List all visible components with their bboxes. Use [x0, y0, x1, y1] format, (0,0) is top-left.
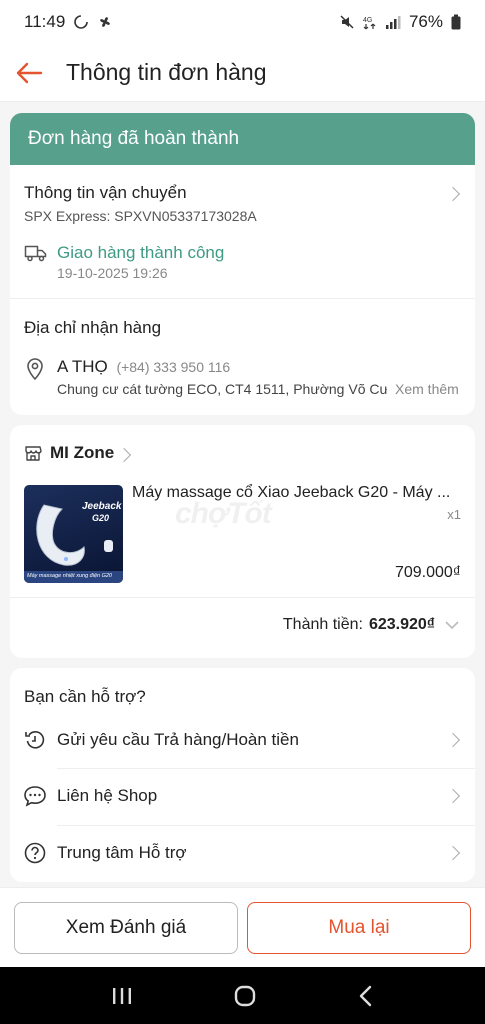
support-card: Bạn cần hỗ trợ? Gửi yêu cầu Trả hàng/Hoà…: [10, 668, 475, 882]
return-icon: [25, 731, 45, 749]
chevron-right-icon: [445, 788, 461, 804]
chevron-right-icon: [445, 186, 461, 202]
neck-massager-image: [24, 504, 123, 583]
total-label: Thành tiền:: [282, 616, 363, 633]
product-price: 709.000₫: [394, 564, 461, 581]
view-review-button[interactable]: Xem Đánh giá: [14, 901, 238, 954]
chevron-right-icon: [445, 845, 461, 861]
chat-icon: [24, 786, 46, 807]
order-total-row[interactable]: Thành tiền: 623.920₫: [283, 616, 461, 634]
status-time: 11:49: [24, 12, 66, 31]
image-model-text: G20: [92, 513, 110, 523]
status-time-group: 11:49: [24, 12, 113, 32]
order-status-text: Đơn hàng đã hoàn thành: [28, 128, 240, 149]
chevron-right-icon: [445, 732, 461, 748]
order-status-banner: Đơn hàng đã hoàn thành: [10, 113, 475, 165]
chevron-right-icon: [116, 447, 132, 463]
bottom-action-bar: Xem Đánh giá Mua lại: [0, 887, 485, 967]
address-section: Địa chỉ nhận hàng A THỌ (+84) 333 950 11…: [10, 299, 475, 415]
mute-icon: [340, 15, 354, 29]
buy-again-button[interactable]: Mua lại: [247, 901, 471, 954]
signal-icon: [385, 16, 401, 29]
address-title: Địa chỉ nhận hàng: [24, 318, 162, 337]
recipient-line: A THỌ (+84) 333 950 116: [57, 357, 230, 377]
total-value: 623.920₫: [368, 616, 435, 633]
arrow-left-icon: [16, 62, 43, 83]
recipient-phone: (+84) 333 950 116: [116, 359, 231, 375]
order-items-card: MI Zone Jeeback G20 Máy massage nhiệt xu…: [10, 425, 475, 658]
product-image: Jeeback G20 Máy massage nhiệt xung điện …: [24, 485, 123, 583]
address-detail: Chung cư cát tường ECO, CT4 1511, Phường…: [57, 381, 387, 397]
image-caption-text: Máy massage nhiệt xung điện G20: [27, 573, 112, 579]
sync-icon: [74, 15, 89, 29]
shipping-info-title: Thông tin vận chuyển: [24, 183, 187, 202]
status-bar: 11:49 4G 76%: [0, 0, 485, 44]
support-title: Bạn cần hỗ trợ?: [24, 687, 146, 706]
shipping-info-section[interactable]: Thông tin vận chuyển SPX Express: SPXVN0…: [10, 165, 475, 297]
truck-icon: [24, 245, 47, 262]
shop-icon: [25, 446, 42, 461]
support-item-help-center[interactable]: Trung tâm Hỗ trợ: [10, 826, 475, 882]
support-item-label: Liên hệ Shop: [57, 786, 158, 805]
status-right: 4G 76%: [339, 12, 461, 32]
shop-name: MI Zone: [50, 443, 115, 462]
shipping-address-card: Thông tin vận chuyển SPX Express: SPXVN0…: [10, 165, 475, 415]
help-icon: [24, 842, 46, 864]
battery-icon: [451, 14, 461, 30]
support-item-contact-shop[interactable]: Liên hệ Shop: [10, 769, 475, 826]
location-pin-icon: [27, 358, 43, 381]
support-item-return[interactable]: Gửi yêu cầu Trả hàng/Hoàn tiền: [10, 713, 475, 770]
see-more-link[interactable]: Xem thêm: [395, 381, 459, 397]
svg-text:4G: 4G: [363, 17, 372, 24]
back-button[interactable]: [14, 58, 44, 88]
shop-header[interactable]: MI Zone: [24, 443, 114, 463]
app-bar: Thông tin đơn hàng: [0, 44, 485, 102]
product-qty: x1: [447, 507, 461, 522]
back-nav-icon[interactable]: [356, 984, 376, 1008]
battery-percent: 76%: [408, 12, 443, 31]
watermark: chợTốt: [175, 497, 272, 530]
delivery-time: 19-10-2025 19:26: [57, 265, 168, 281]
delivery-status: Giao hàng thành công: [57, 243, 225, 262]
chevron-down-icon: [445, 621, 459, 630]
home-icon[interactable]: [233, 984, 257, 1008]
system-nav-bar: [0, 967, 485, 1024]
fan-icon: [100, 17, 111, 27]
data-4g-icon: 4G: [363, 17, 376, 30]
page-title: Thông tin đơn hàng: [66, 59, 267, 85]
image-brand-text: Jeeback: [82, 501, 122, 512]
recents-icon[interactable]: [110, 985, 134, 1007]
recipient-name: A THỌ: [57, 357, 108, 376]
divider: [10, 597, 475, 598]
support-item-label: Trung tâm Hỗ trợ: [57, 843, 187, 862]
carrier-tracking: SPX Express: SPXVN05337173028A: [24, 208, 257, 224]
support-item-label: Gửi yêu cầu Trả hàng/Hoàn tiền: [57, 730, 299, 749]
